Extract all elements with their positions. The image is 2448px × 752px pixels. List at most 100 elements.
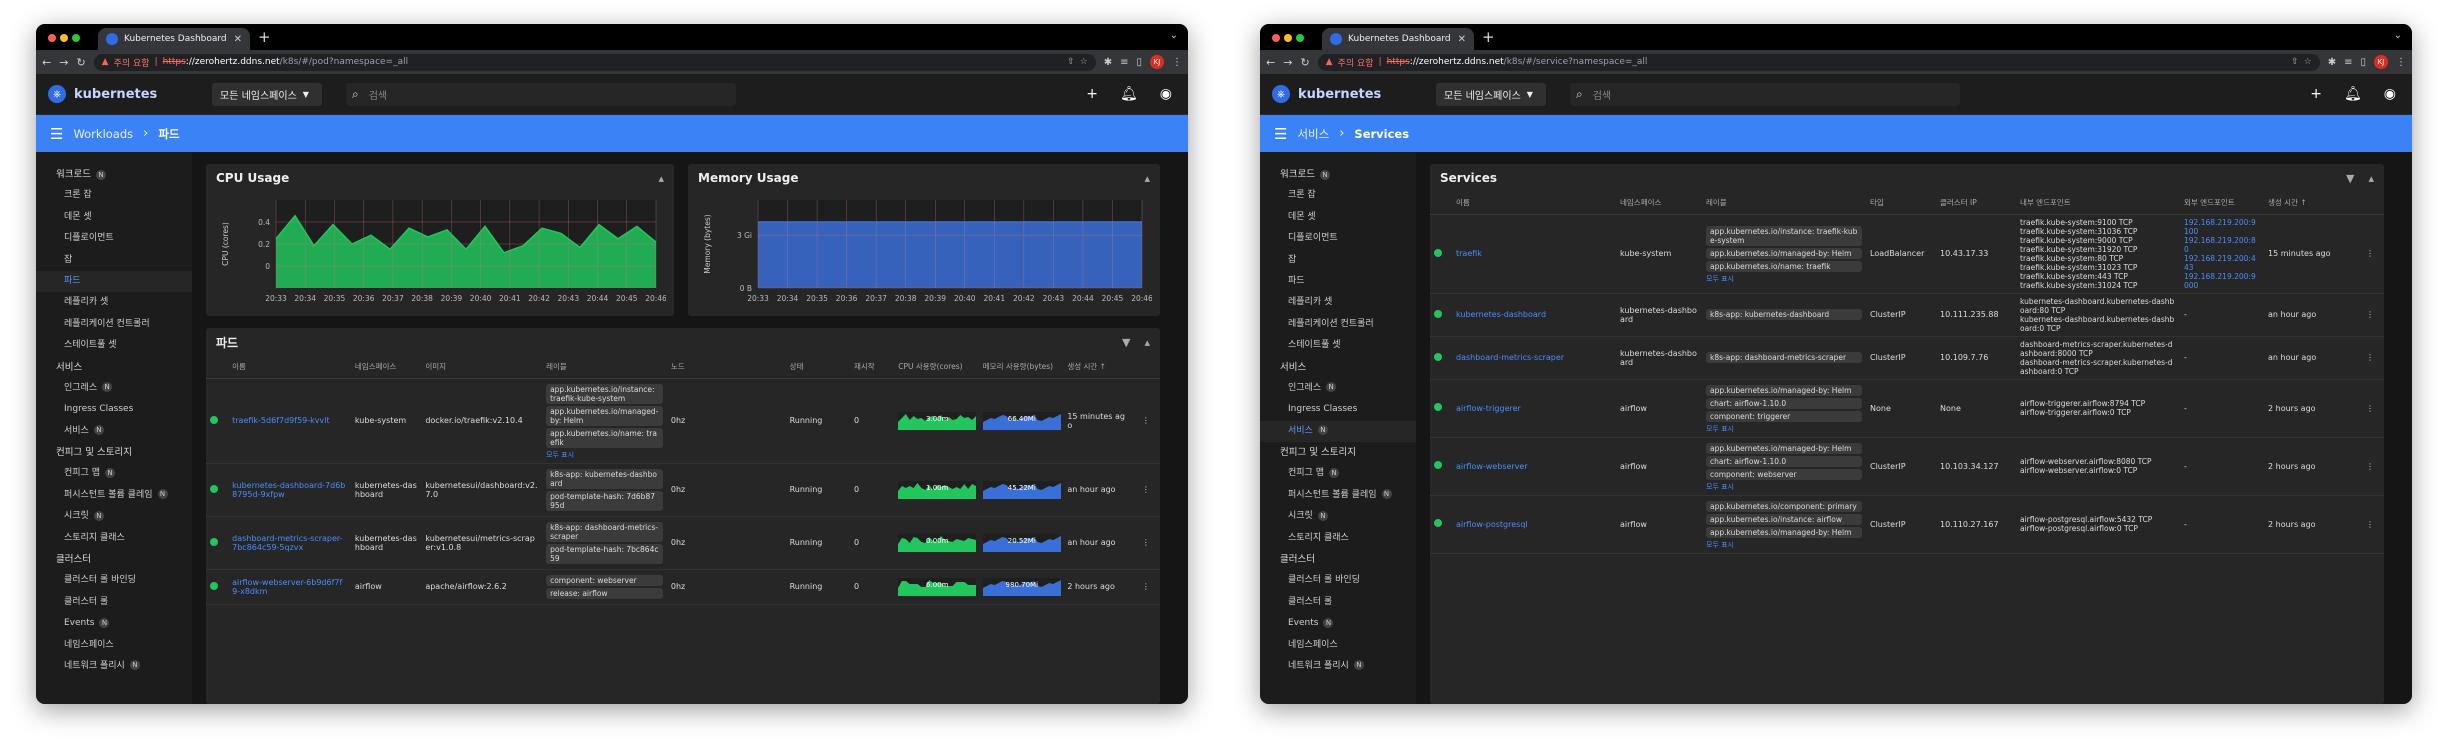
notifications-bell-icon[interactable]: 🔔︎ xyxy=(1120,86,1138,102)
col-type[interactable]: 타입 xyxy=(1866,192,1936,215)
notifications-bell-icon[interactable]: 🔔︎ xyxy=(2344,86,2362,102)
sidebar-section-cluster[interactable]: 클러스터 xyxy=(36,549,192,570)
sidebar-item-clusterroles[interactable]: 클러스터 롤 xyxy=(36,592,192,613)
service-name-link[interactable]: traefik xyxy=(1452,214,1616,294)
col-cpu[interactable]: CPU 사용량(cores) xyxy=(894,356,979,379)
sidebar-section-workloads[interactable]: 워크로드 N xyxy=(36,164,192,185)
breadcrumb-parent[interactable]: Workloads xyxy=(73,127,133,141)
bookmark-star-icon[interactable]: ☆ xyxy=(2304,57,2312,67)
sidebar-item-networkpolicies[interactable]: 네트워크 폴리시 N xyxy=(36,656,192,677)
sidebar-item-services[interactable]: 서비스 N xyxy=(36,421,192,442)
minimize-dot[interactable] xyxy=(60,34,68,42)
sidebar-item-clusterrolebindings[interactable]: 클러스터 롤 바인딩 xyxy=(1260,570,1416,591)
account-icon[interactable]: ◉ xyxy=(1160,86,1172,102)
sidebar-item-services[interactable]: 서비스 N xyxy=(1260,420,1416,443)
maximize-dot[interactable] xyxy=(72,34,80,42)
col-external-endpoints[interactable]: 외부 엔드포인트 xyxy=(2180,192,2264,215)
pod-name-link[interactable]: dashboard-metrics-scraper-7bc864c59-5qzv… xyxy=(228,516,351,570)
show-all-link[interactable]: 모두 표시 xyxy=(1706,483,1734,491)
sidebar-item-clusterroles[interactable]: 클러스터 롤 xyxy=(1260,592,1416,613)
back-icon[interactable]: ← xyxy=(1266,56,1275,69)
sidebar-item-ingress-classes[interactable]: Ingress Classes xyxy=(36,399,192,420)
create-plus-icon[interactable]: + xyxy=(2310,86,2322,102)
browser-tab[interactable]: Kubernetes Dashboard ✕ xyxy=(1322,28,1474,50)
col-namespace[interactable]: 네임스페이스 xyxy=(1616,192,1702,215)
namespace-select[interactable]: 모든 네임스페이스 ▼ xyxy=(212,83,322,106)
sidebar-item-ingresses[interactable]: 인그레스 N xyxy=(1260,378,1416,399)
col-namespace[interactable]: 네임스페이스 xyxy=(350,356,422,379)
reload-icon[interactable]: ↻ xyxy=(1300,56,1309,69)
bookmark-star-icon[interactable]: ☆ xyxy=(1080,57,1088,67)
sidebar-item-replicasets[interactable]: 레플리카 셋 xyxy=(1260,292,1416,313)
extensions-icon[interactable]: ✱ xyxy=(2328,57,2336,68)
sidebar-item-cronjobs[interactable]: 크론 잡 xyxy=(36,185,192,206)
security-warning[interactable]: 주의 요함 xyxy=(114,56,150,69)
address-bar[interactable]: ▲ 주의 요함 | https://zerohertz.ddns.net/k8s… xyxy=(93,53,1096,71)
col-created[interactable]: 생성 시간 ↑ xyxy=(2264,192,2356,215)
pod-node[interactable]: 0hz xyxy=(666,378,786,464)
share-icon[interactable]: ⇧ xyxy=(2291,57,2299,67)
row-menu-icon[interactable]: ⋮ xyxy=(2356,336,2384,380)
service-name-link[interactable]: airflow-triggerer xyxy=(1452,379,1616,438)
table-row[interactable]: airflow-postgresql airflow app.kubernetes.… xyxy=(1430,495,2384,554)
row-menu-icon[interactable]: ⋮ xyxy=(1131,378,1160,464)
pod-name-link[interactable]: airflow-webserver-6b9d6f7f9-x8dkm xyxy=(228,569,351,605)
sidebar-item-secrets[interactable]: 시크릿 N xyxy=(1260,506,1416,527)
col-name[interactable]: 이름 xyxy=(1452,192,1616,215)
row-menu-icon[interactable]: ⋮ xyxy=(1131,569,1160,605)
pod-name-link[interactable]: traefik-5d6f7d9f59-kvvlt xyxy=(228,378,351,464)
table-row[interactable]: dashboard-metrics-scraper kubernetes-dash… xyxy=(1430,336,2384,380)
sidebar-item-storageclasses[interactable]: 스토리지 클래스 xyxy=(1260,528,1416,549)
filter-icon[interactable]: ▼ xyxy=(1122,336,1130,349)
sidebar-section-services[interactable]: 서비스 xyxy=(36,357,192,378)
row-menu-icon[interactable]: ⋮ xyxy=(2356,495,2384,554)
sidebar-item-storageclasses[interactable]: 스토리지 클래스 xyxy=(36,528,192,549)
create-plus-icon[interactable]: + xyxy=(1086,86,1098,102)
kubernetes-logo-icon[interactable]: ⎈ xyxy=(1272,85,1290,103)
sidebar-item-clusterrolebindings[interactable]: 클러스터 롤 바인딩 xyxy=(36,570,192,591)
table-row[interactable]: dashboard-metrics-scraper-7bc864c59-5qzv… xyxy=(206,516,1160,570)
table-row[interactable]: traefik-5d6f7d9f59-kvvlt kube-system docke… xyxy=(206,378,1160,464)
sidebar-item-statefulsets[interactable]: 스테이트풀 셋 xyxy=(1260,335,1416,356)
row-menu-icon[interactable]: ⋮ xyxy=(1131,516,1160,570)
forward-icon[interactable]: → xyxy=(1283,56,1292,69)
sidebar-item-jobs[interactable]: 잡 xyxy=(1260,250,1416,271)
sidebar-item-events[interactable]: Events N xyxy=(36,613,192,634)
close-dot[interactable] xyxy=(1272,34,1280,42)
sidebar-item-cronjobs[interactable]: 크론 잡 xyxy=(1260,185,1416,206)
sidepanel-icon[interactable]: ▯ xyxy=(1136,57,1142,68)
col-image[interactable]: 이미지 xyxy=(421,356,543,379)
maximize-dot[interactable] xyxy=(1296,34,1304,42)
minimize-dot[interactable] xyxy=(1284,34,1292,42)
service-name-link[interactable]: airflow-postgresql xyxy=(1452,495,1616,554)
sidebar-item-deployments[interactable]: 디플로이먼트 xyxy=(36,228,192,249)
sidebar-item-ingresses[interactable]: 인그레스 N xyxy=(36,378,192,399)
sidebar-item-namespaces[interactable]: 네임스페이스 xyxy=(1260,635,1416,656)
collapse-icon[interactable]: ▴ xyxy=(1144,336,1150,349)
show-all-link[interactable]: 모두 표시 xyxy=(1706,275,1734,283)
table-row[interactable]: airflow-webserver airflow app.kubernetes.i… xyxy=(1430,437,2384,496)
col-node[interactable]: 노드 xyxy=(666,356,786,379)
pod-name-link[interactable]: kubernetes-dashboard-7d6b8795d-9xfpw xyxy=(228,463,351,517)
sidebar-item-replicasets[interactable]: 레플리카 셋 xyxy=(36,292,192,313)
external-endpoint[interactable]: 192.168.219.200:9000 xyxy=(2184,272,2260,290)
col-created[interactable]: 생성 시간 ↑ xyxy=(1063,356,1132,379)
pod-node[interactable]: 0hz xyxy=(666,569,786,605)
table-row[interactable]: traefik kube-system app.kubernetes.io/inst… xyxy=(1430,214,2384,294)
reload-icon[interactable]: ↻ xyxy=(76,56,85,69)
pod-node[interactable]: 0hz xyxy=(666,516,786,570)
reading-list-icon[interactable]: ≡ xyxy=(2344,57,2352,68)
sidebar-item-daemonsets[interactable]: 데몬 셋 xyxy=(1260,207,1416,228)
brand-name[interactable]: kubernetes xyxy=(74,87,157,102)
reading-list-icon[interactable]: ≡ xyxy=(1120,57,1128,68)
col-memory[interactable]: 메모리 사용량(bytes) xyxy=(978,356,1064,379)
hamburger-menu-icon[interactable]: ☰ xyxy=(1274,125,1287,143)
breadcrumb-parent[interactable]: 서비스 xyxy=(1297,126,1329,142)
row-menu-icon[interactable]: ⋮ xyxy=(2356,379,2384,438)
sidebar-item-deployments[interactable]: 디플로이먼트 xyxy=(1260,228,1416,249)
forward-icon[interactable]: → xyxy=(59,56,68,69)
browser-tab[interactable]: Kubernetes Dashboard ✕ xyxy=(98,28,250,50)
new-tab-icon[interactable]: + xyxy=(258,28,271,46)
service-name-link[interactable]: dashboard-metrics-scraper xyxy=(1452,336,1616,380)
profile-avatar[interactable]: KJ xyxy=(2374,55,2388,69)
